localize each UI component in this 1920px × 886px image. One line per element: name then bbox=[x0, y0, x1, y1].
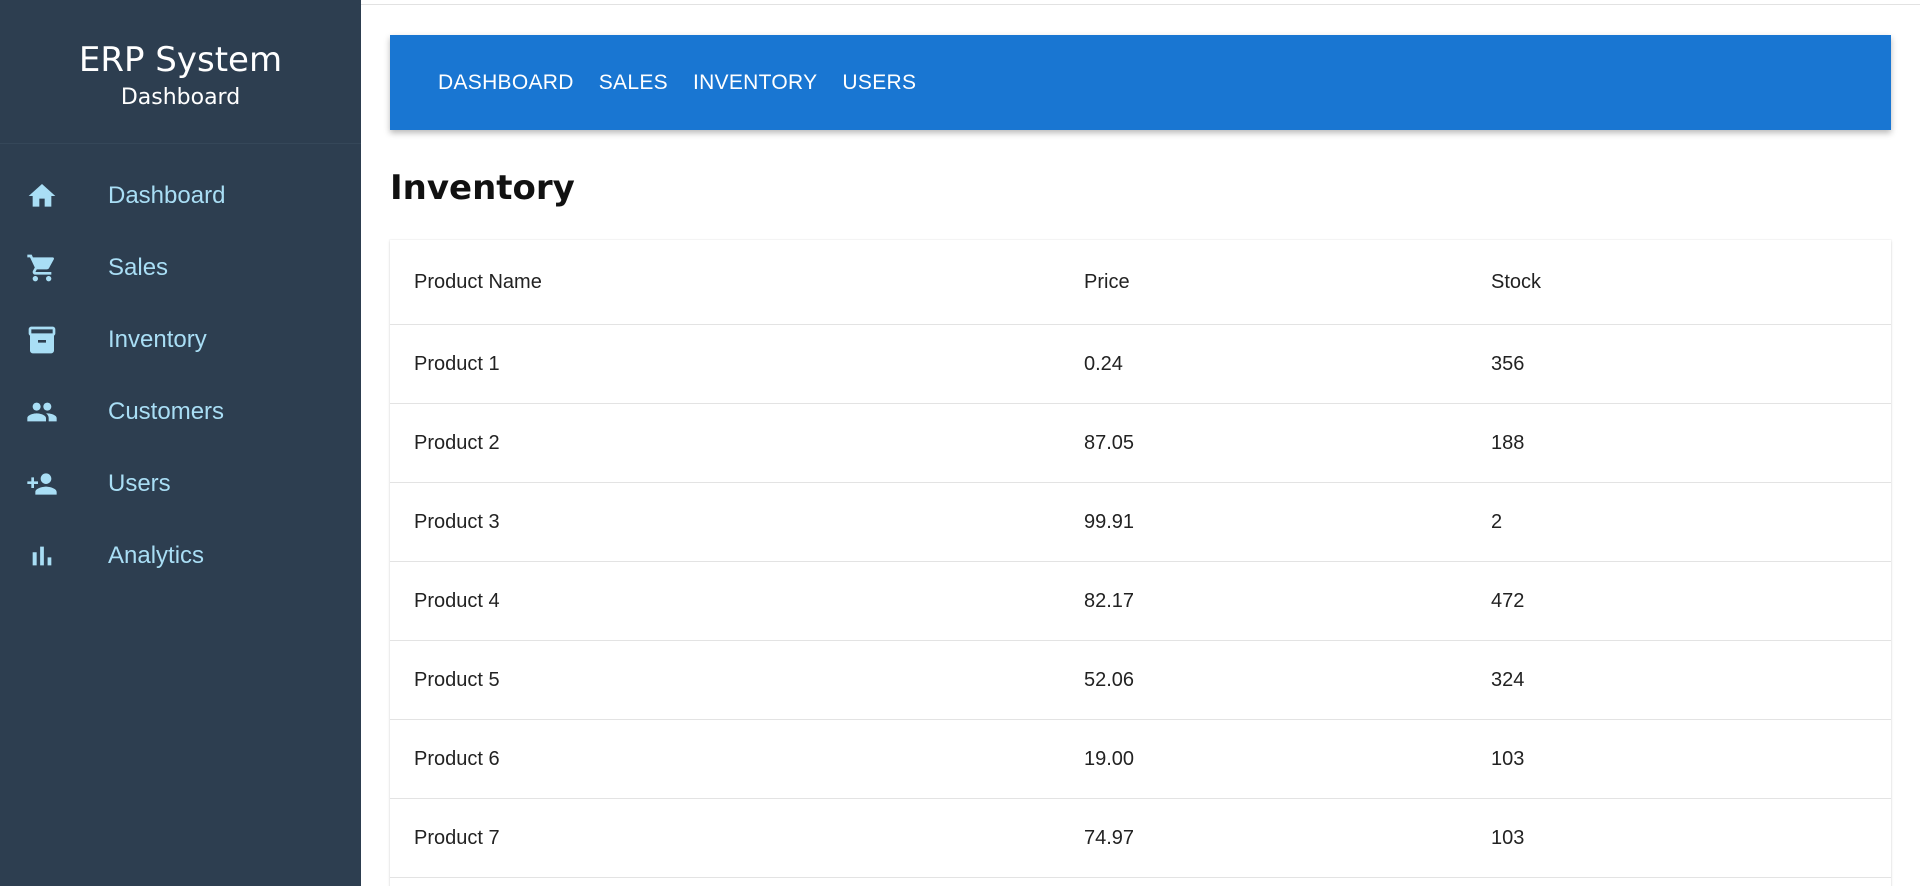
stock-cell: 472 bbox=[1467, 561, 1891, 641]
sidebar-header: ERP System Dashboard bbox=[0, 0, 361, 144]
topnav-users[interactable]: USERS bbox=[842, 71, 916, 95]
table-row: Product 1 0.24 356 bbox=[390, 324, 1891, 404]
product-name-cell: Product 2 bbox=[390, 403, 1060, 483]
sidebar-item-customers[interactable]: Customers bbox=[0, 376, 361, 448]
product-name-cell: Product 4 bbox=[390, 561, 1060, 641]
inventory-table-card: Product Name Price Stock Product 1 0.24 … bbox=[390, 240, 1891, 886]
product-name-cell: Product 7 bbox=[390, 798, 1060, 878]
top-divider bbox=[361, 4, 1920, 5]
sidebar-item-dashboard[interactable]: Dashboard bbox=[0, 160, 361, 232]
product-name-cell: Product 5 bbox=[390, 640, 1060, 720]
product-name-cell: Product 3 bbox=[390, 482, 1060, 562]
people-icon bbox=[24, 394, 60, 430]
column-header-product-name: Product Name bbox=[390, 240, 1060, 325]
stock-cell: 324 bbox=[1467, 640, 1891, 720]
inventory-table: Product Name Price Stock Product 1 0.24 … bbox=[390, 240, 1891, 878]
person-add-icon bbox=[24, 466, 60, 502]
table-row: Product 7 74.97 103 bbox=[390, 798, 1891, 878]
stock-cell: 356 bbox=[1467, 324, 1891, 404]
table-row: Product 5 52.06 324 bbox=[390, 640, 1891, 720]
shopping-cart-icon bbox=[24, 250, 60, 286]
top-app-bar: DASHBOARD SALES INVENTORY USERS bbox=[390, 35, 1891, 130]
sidebar-item-sales[interactable]: Sales bbox=[0, 232, 361, 304]
sidebar-item-users[interactable]: Users bbox=[0, 448, 361, 520]
column-header-price: Price bbox=[1060, 240, 1467, 325]
price-cell: 99.91 bbox=[1060, 482, 1467, 562]
table-body: Product 1 0.24 356 Product 2 87.05 188 P… bbox=[390, 324, 1891, 878]
price-cell: 52.06 bbox=[1060, 640, 1467, 720]
stock-cell: 2 bbox=[1467, 482, 1891, 562]
topnav-inventory[interactable]: INVENTORY bbox=[693, 71, 817, 95]
sidebar-item-label: Sales bbox=[108, 254, 169, 281]
app-title: ERP System bbox=[78, 40, 283, 80]
sidebar-item-label: Customers bbox=[108, 398, 225, 425]
sidebar-item-inventory[interactable]: Inventory bbox=[0, 304, 361, 376]
product-name-cell: Product 1 bbox=[390, 324, 1060, 404]
sidebar-item-analytics[interactable]: Analytics bbox=[0, 520, 361, 592]
app-root: ERP System Dashboard Dashboard Sales Inv… bbox=[0, 0, 1920, 886]
column-header-stock: Stock bbox=[1467, 240, 1891, 325]
sidebar-nav: Dashboard Sales Inventory Customers User… bbox=[0, 144, 361, 592]
price-cell: 87.05 bbox=[1060, 403, 1467, 483]
table-row: Product 4 82.17 472 bbox=[390, 561, 1891, 641]
table-row: Product 6 19.00 103 bbox=[390, 719, 1891, 799]
stock-cell: 103 bbox=[1467, 798, 1891, 878]
app-subtitle: Dashboard bbox=[120, 85, 241, 110]
table-header-row: Product Name Price Stock bbox=[390, 240, 1891, 325]
topnav-dashboard[interactable]: DASHBOARD bbox=[438, 71, 574, 95]
price-cell: 82.17 bbox=[1060, 561, 1467, 641]
stock-cell: 188 bbox=[1467, 403, 1891, 483]
table-row: Product 3 99.91 2 bbox=[390, 482, 1891, 562]
stock-cell: 103 bbox=[1467, 719, 1891, 799]
topnav-sales[interactable]: SALES bbox=[599, 71, 668, 95]
bar-chart-icon bbox=[24, 538, 60, 574]
price-cell: 19.00 bbox=[1060, 719, 1467, 799]
price-cell: 74.97 bbox=[1060, 798, 1467, 878]
sidebar-item-label: Dashboard bbox=[108, 182, 226, 209]
price-cell: 0.24 bbox=[1060, 324, 1467, 404]
table-header: Product Name Price Stock bbox=[390, 240, 1891, 325]
sidebar-item-label: Users bbox=[108, 470, 171, 497]
archive-icon bbox=[24, 322, 60, 358]
home-icon bbox=[24, 178, 60, 214]
sidebar-item-label: Inventory bbox=[108, 326, 207, 353]
table-row: Product 2 87.05 188 bbox=[390, 403, 1891, 483]
sidebar-item-label: Analytics bbox=[108, 542, 205, 569]
page-title: Inventory bbox=[390, 168, 575, 208]
main-content: DASHBOARD SALES INVENTORY USERS Inventor… bbox=[390, 35, 1891, 886]
product-name-cell: Product 6 bbox=[390, 719, 1060, 799]
sidebar: ERP System Dashboard Dashboard Sales Inv… bbox=[0, 0, 361, 886]
